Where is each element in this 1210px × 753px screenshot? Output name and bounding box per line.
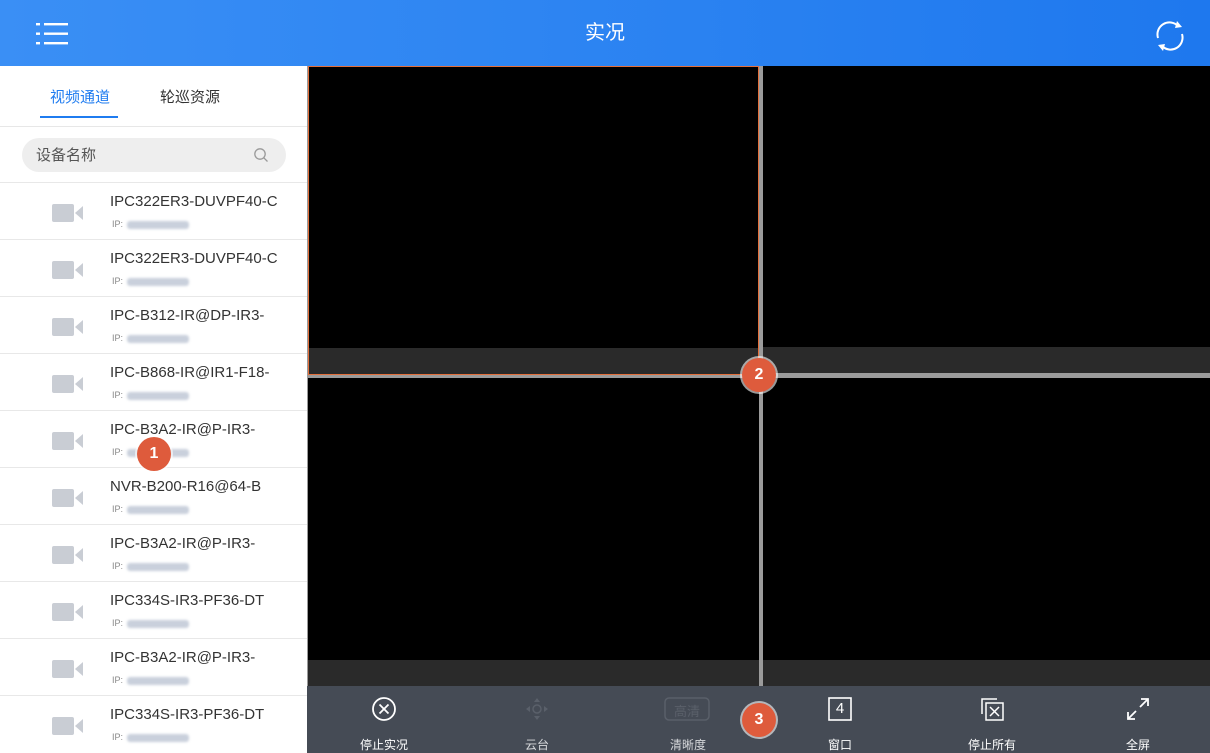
stop-circle-icon	[369, 694, 399, 724]
pane-status-bar	[308, 660, 759, 686]
top-header: 实况	[0, 0, 1210, 66]
pane-status-bar	[309, 348, 758, 374]
window-label: 窗口	[827, 738, 852, 752]
device-name: IPC322ER3-DUVPF40-C	[110, 193, 278, 210]
device-ip: IP:	[112, 675, 190, 685]
camera-icon	[52, 602, 84, 622]
device-ip: IP:	[112, 276, 190, 286]
tab-patrol-resources[interactable]: 轮巡资源	[160, 86, 220, 107]
page-title: 实况	[585, 22, 625, 44]
callout-badge-3: 3	[742, 703, 776, 737]
clarity-label: 清晰度	[669, 738, 706, 752]
camera-icon	[52, 488, 84, 508]
device-ip: IP:	[112, 219, 190, 229]
device-ip: IP:	[112, 390, 190, 400]
stop-all-icon	[977, 694, 1007, 724]
device-ip: IP:	[112, 504, 190, 514]
device-item[interactable]: IPC322ER3-DUVPF40-C IP:	[0, 182, 307, 239]
device-name: IPC-B312-IR@DP-IR3-	[110, 307, 265, 324]
video-pane-4[interactable]	[763, 378, 1210, 686]
device-item[interactable]: IPC322ER3-DUVPF40-C IP:	[0, 239, 307, 296]
device-name: IPC322ER3-DUVPF40-C	[110, 250, 278, 267]
fullscreen-button[interactable]: 全屏	[1083, 686, 1193, 753]
device-ip: IP:	[112, 333, 190, 343]
tab-video-channel[interactable]: 视频通道	[50, 86, 110, 107]
callout-badge-2: 2	[742, 358, 776, 392]
device-name: IPC334S-IR3-PF36-DT	[110, 706, 265, 723]
window-layout-button[interactable]: 4 窗口	[785, 686, 895, 753]
camera-icon	[52, 260, 84, 280]
active-tab-indicator	[40, 116, 118, 118]
device-ip: IP:	[112, 618, 190, 628]
clarity-button[interactable]: 高清 清晰度	[633, 686, 743, 753]
camera-icon	[52, 659, 84, 679]
search-box	[22, 138, 286, 172]
device-name: NVR-B200-R16@64-B	[110, 478, 262, 495]
fullscreen-icon	[1123, 694, 1153, 724]
video-pane-3[interactable]	[308, 378, 759, 686]
pane-status-bar	[763, 660, 1210, 686]
device-item[interactable]: IPC-B868-IR@IR1-F18- IP:	[0, 353, 307, 410]
device-item[interactable]: IPC334S-IR3-PF36-DT IP:	[0, 581, 307, 638]
window-count: 4	[835, 700, 845, 717]
hd-quality-icon: 高清	[663, 694, 711, 724]
fullscreen-label: 全屏	[1125, 738, 1150, 752]
device-item[interactable]: IPC-B3A2-IR@P-IR3- IP:	[0, 524, 307, 581]
stop-all-button[interactable]: 停止所有	[937, 686, 1047, 753]
ptz-icon	[522, 694, 552, 724]
device-name: IPC-B3A2-IR@P-IR3-	[110, 421, 256, 438]
camera-icon	[52, 203, 84, 223]
device-item[interactable]: IPC-B312-IR@DP-IR3- IP:	[0, 296, 307, 353]
callout-badge-1: 1	[137, 437, 171, 471]
device-sidebar: 视频通道 轮巡资源 IPC322ER3-DUVPF40-C IP: IPC322…	[0, 66, 308, 753]
device-ip: IP:	[112, 732, 190, 742]
device-name: IPC-B3A2-IR@P-IR3-	[110, 535, 256, 552]
camera-icon	[52, 317, 84, 337]
camera-icon	[52, 431, 84, 451]
window-layout-icon: 4	[825, 694, 855, 724]
ptz-label: 云台	[524, 738, 549, 752]
device-name: IPC334S-IR3-PF36-DT	[110, 592, 265, 609]
stop-live-button[interactable]: 停止实况	[329, 686, 439, 753]
refresh-icon[interactable]	[1150, 16, 1190, 56]
camera-icon	[52, 716, 84, 736]
search-input[interactable]	[36, 138, 246, 172]
sidebar-tabs: 视频通道 轮巡资源	[0, 66, 307, 127]
device-name: IPC-B868-IR@IR1-F18-	[110, 364, 270, 381]
pane-status-bar	[763, 347, 1210, 373]
video-pane-2[interactable]	[763, 66, 1210, 373]
device-name: IPC-B3A2-IR@P-IR3-	[110, 649, 256, 666]
device-item[interactable]: IPC334S-IR3-PF36-DT IP:	[0, 695, 307, 752]
camera-icon	[52, 545, 84, 565]
quality-badge: 高清	[673, 704, 700, 719]
video-pane-1[interactable]	[308, 66, 759, 375]
device-item[interactable]: NVR-B200-R16@64-B IP:	[0, 467, 307, 524]
search-icon[interactable]	[253, 147, 269, 163]
stop-live-label: 停止实况	[359, 738, 408, 752]
camera-icon	[52, 374, 84, 394]
device-ip: IP:	[112, 561, 190, 571]
stop-all-label: 停止所有	[967, 738, 1016, 752]
ptz-button[interactable]: 云台	[482, 686, 592, 753]
device-item[interactable]: IPC-B3A2-IR@P-IR3- IP:	[0, 638, 307, 695]
